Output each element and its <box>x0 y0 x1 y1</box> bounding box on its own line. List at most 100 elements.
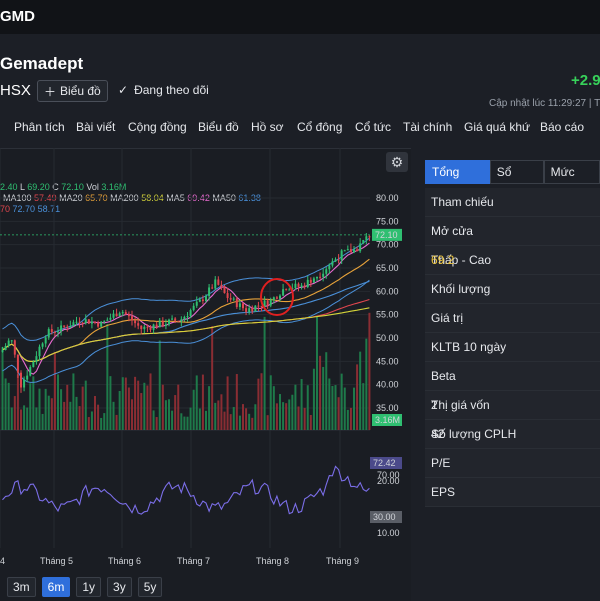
candle <box>282 289 285 296</box>
volume-bar <box>269 375 272 430</box>
range-6m[interactable]: 6m <box>41 577 71 597</box>
volume-bar <box>334 385 337 430</box>
candle <box>294 283 297 289</box>
volume-bar <box>272 386 275 430</box>
ma-line <box>2 242 370 375</box>
price-chart[interactable]: 80.00 75.00 70.00 65.00 60.00 55.00 50.00 45.00… <box>0 148 411 600</box>
panel-row: Tham chiếu <box>425 188 600 217</box>
volume-bar <box>306 385 309 430</box>
range-3m[interactable]: 3m <box>7 577 36 597</box>
panel-row: EPS <box>425 478 600 507</box>
nav-item-profile[interactable]: Hồ sơ <box>251 120 284 134</box>
volume-bar <box>251 417 254 430</box>
candle <box>10 340 13 342</box>
volume-bar <box>131 399 133 430</box>
candle <box>38 346 41 357</box>
volume-bar <box>177 384 180 430</box>
candle <box>235 298 238 307</box>
candle <box>109 317 112 320</box>
volume-bar <box>294 384 297 430</box>
candle <box>195 301 198 306</box>
candle <box>223 287 226 294</box>
volume-bar <box>226 376 229 430</box>
nav-item-dividends[interactable]: Cổ tức <box>355 120 391 134</box>
volume-bar <box>235 374 238 430</box>
nav-item-articles[interactable]: Bài viết <box>76 120 115 134</box>
volume-bar <box>90 411 93 430</box>
panel-row-value: 69.2 <box>431 253 455 267</box>
volume-bar <box>72 373 75 430</box>
candle <box>245 308 248 312</box>
candle <box>44 337 47 344</box>
range-5y[interactable]: 5y <box>137 577 163 597</box>
bollinger-band <box>2 237 370 341</box>
volume-bar <box>356 364 359 430</box>
candle <box>41 343 44 347</box>
nav-item-shareholders[interactable]: Cổ đông <box>297 120 342 134</box>
candle <box>20 372 22 388</box>
volume-bar <box>205 410 207 430</box>
panel-row: Thấp - Cao 69.2 <box>425 246 600 275</box>
volume-bar <box>263 316 266 430</box>
candle <box>365 236 368 240</box>
month-label: Tháng 5 <box>40 556 73 566</box>
month-label: Tháng 6 <box>108 556 141 566</box>
candle <box>63 325 66 327</box>
candle <box>90 321 93 324</box>
volume-bar <box>81 386 84 430</box>
volume-bar <box>316 316 318 430</box>
candle <box>168 319 170 325</box>
volume-bar <box>285 403 288 430</box>
range-3y[interactable]: 3y <box>107 577 132 597</box>
volume-bar <box>137 380 140 430</box>
volume-bar <box>214 402 217 430</box>
volume-bar <box>198 408 201 430</box>
nav-item-chart[interactable]: Biểu đồ <box>198 120 239 134</box>
candle <box>158 320 161 328</box>
volume-bar <box>208 386 211 430</box>
tab-summary[interactable]: Tổng hợp <box>425 160 490 201</box>
volume-bar <box>312 368 315 430</box>
tab-orderbook[interactable]: Sổ lệnh <box>489 160 544 201</box>
candle <box>161 320 164 326</box>
volume-bar <box>192 389 195 430</box>
candle <box>149 327 152 330</box>
rsi-tag-text: 72.42 <box>373 458 396 468</box>
candle <box>279 295 281 299</box>
volume-bar <box>229 414 232 430</box>
volume-bar <box>57 374 59 430</box>
candle <box>242 303 244 309</box>
volume-bar <box>260 373 263 430</box>
volume-bar <box>35 407 38 430</box>
volume-bar <box>217 400 220 430</box>
nav-item-reports[interactable]: Báo cáo <box>540 120 584 134</box>
candle <box>211 287 214 289</box>
candle <box>121 312 124 314</box>
nav-item-price-history[interactable]: Giá quá khứ <box>464 120 530 134</box>
candle <box>186 316 189 318</box>
nav-item-analysis[interactable]: Phân tích <box>14 120 65 134</box>
candle <box>84 319 87 324</box>
panel-row-label: Mở cửa <box>431 224 473 238</box>
volume-bar <box>359 351 362 430</box>
nav-item-community[interactable]: Cộng đồng <box>128 120 187 134</box>
candle <box>238 303 241 307</box>
range-1y[interactable]: 1y <box>76 577 102 597</box>
chart-button[interactable]: ＋ Biểu đồ <box>37 80 108 102</box>
candle <box>331 261 334 266</box>
nav-item-financials[interactable]: Tài chính <box>403 120 452 134</box>
tab-price-levels[interactable]: Mức giá <box>543 160 600 201</box>
panel-row-label: Beta <box>431 369 456 383</box>
candle <box>349 249 352 253</box>
panel-row: Thị giá vốn 2 <box>425 391 600 420</box>
volume-bar <box>232 407 235 430</box>
candle <box>266 300 269 306</box>
candle <box>32 362 35 368</box>
panel-row-label: EPS <box>431 485 456 499</box>
volume-bar <box>362 383 365 430</box>
volume-bar <box>168 399 170 430</box>
candle <box>131 316 133 321</box>
volume-bar <box>275 403 278 430</box>
candle <box>303 285 306 288</box>
follow-button[interactable]: ✓ Đang theo dõi <box>118 83 209 97</box>
